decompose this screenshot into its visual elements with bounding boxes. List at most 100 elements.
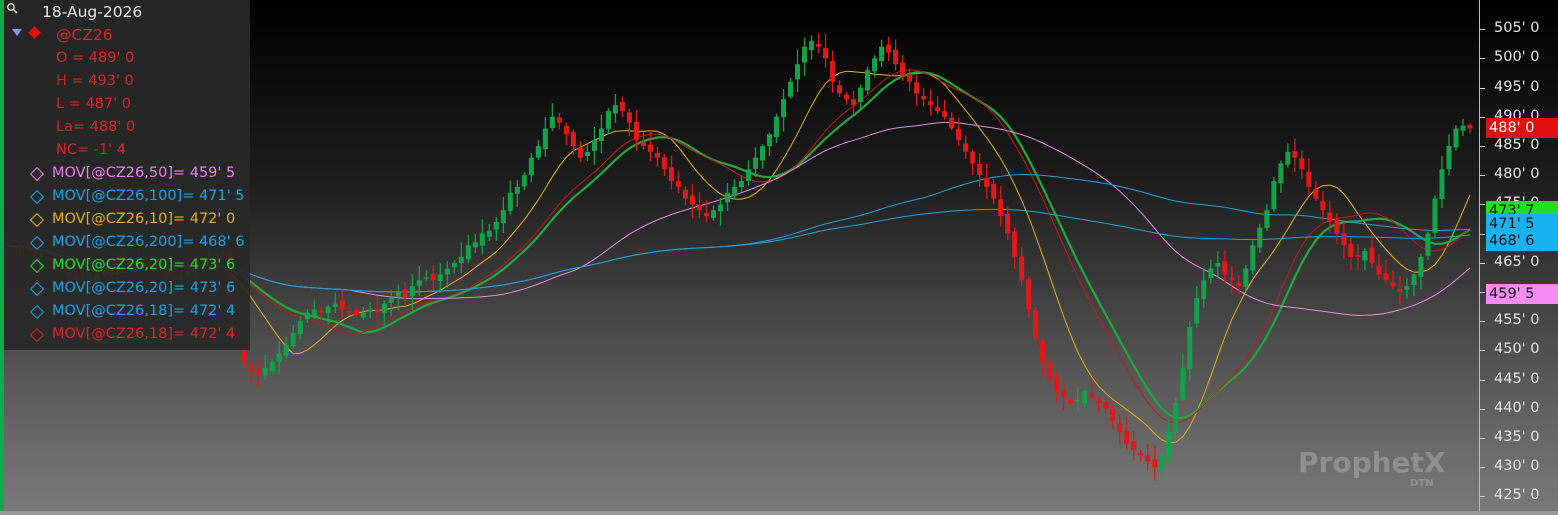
candle-body: [612, 105, 618, 114]
axis-tick-mark: [1480, 438, 1485, 439]
candle-body: [640, 141, 646, 146]
candle-body: [276, 353, 282, 362]
candle-body: [1117, 423, 1123, 433]
study-diamond-icon[interactable]: [29, 235, 45, 251]
study-diamond-icon[interactable]: [29, 189, 45, 205]
candle-body: [724, 192, 731, 203]
candle-body: [1012, 231, 1018, 257]
candle-body: [977, 164, 983, 176]
axis-tick-mark: [1480, 87, 1485, 89]
candle-body: [1348, 243, 1354, 257]
axis-tick-mark: [1480, 496, 1485, 498]
candle-body: [654, 153, 660, 158]
candle-body: [1215, 262, 1221, 267]
candle-body: [514, 186, 520, 194]
candle-body: [788, 81, 794, 97]
candle-body: [1467, 124, 1473, 129]
study-diamond-icon[interactable]: [29, 166, 45, 182]
legend-date: 18-Aug-2026: [42, 3, 143, 21]
axis-tick-mark: [1480, 146, 1485, 147]
candle-body: [1243, 268, 1249, 288]
axis-tick-mark: [1480, 116, 1485, 118]
legend-study-1[interactable]: MOV[@CZ26,100]= 471' 5: [52, 185, 244, 208]
collapse-triangle-icon[interactable]: [12, 29, 22, 36]
candle-body: [1264, 210, 1270, 228]
candle-body: [766, 134, 773, 147]
candle-body: [1355, 255, 1361, 257]
candle-body: [507, 192, 513, 211]
study-diamond-icon[interactable]: [29, 281, 45, 297]
axis-tick-label: 435' 0: [1494, 429, 1540, 445]
candle-body: [1292, 151, 1298, 158]
candle-body: [1103, 402, 1109, 409]
candle-body: [346, 311, 352, 313]
candle-body: [1299, 158, 1305, 170]
candle-body: [360, 312, 366, 318]
candle-body: [1096, 400, 1102, 403]
candle-body: [556, 117, 562, 123]
axis-tick-label: 425' 0: [1494, 487, 1540, 504]
candle-body: [1047, 361, 1053, 380]
candle-body: [458, 256, 464, 264]
candle-body: [570, 131, 576, 146]
legend-study-5[interactable]: MOV[@CZ26,20]= 473' 6: [52, 277, 235, 300]
candle-body: [367, 309, 373, 312]
legend-symbol[interactable]: @CZ26: [56, 24, 113, 47]
candle-body: [409, 286, 415, 297]
axis-tick-label: 495' 0: [1494, 78, 1540, 95]
magnifier-icon[interactable]: [6, 2, 18, 14]
axis-tick-label: 445' 0: [1494, 370, 1540, 387]
candle-body: [661, 157, 667, 170]
dtn-logo: DTN: [1410, 478, 1434, 489]
legend-study-4[interactable]: MOV[@CZ26,20]= 473' 6: [52, 254, 235, 277]
candle-body: [577, 147, 583, 158]
prophetx-logo: ProphetX: [1298, 446, 1446, 479]
candle-body: [1229, 277, 1235, 281]
candle-body: [738, 181, 745, 188]
axis-tick-mark: [1480, 467, 1485, 469]
study-diamond-icon[interactable]: [29, 304, 45, 320]
axis-tick-mark: [1480, 321, 1485, 323]
candle-body: [493, 221, 499, 230]
candle-body: [1061, 390, 1067, 398]
candle-body: [1019, 256, 1025, 281]
axis-tick-label: 485' 0: [1494, 137, 1540, 153]
candle-body: [1320, 201, 1326, 211]
candle-body: [1425, 233, 1431, 256]
legend-study-2[interactable]: MOV[@CZ26,10]= 472' 0: [52, 208, 235, 231]
legend-study-7[interactable]: MOV[@CZ26,18]= 472' 4: [52, 323, 235, 346]
candle-body: [802, 46, 808, 63]
candle-body: [816, 43, 822, 47]
study-diamond-icon[interactable]: [29, 327, 45, 343]
candle-body: [563, 125, 569, 135]
bottom-scrollbar[interactable]: [0, 511, 1558, 515]
candle-body: [1187, 327, 1193, 370]
symbol-diamond-icon: [28, 26, 41, 39]
candle-body: [1222, 261, 1228, 275]
axis-tick-mark: [1480, 262, 1485, 264]
candle-body: [332, 303, 338, 307]
candle-body: [745, 169, 752, 181]
candle-body: [956, 128, 962, 141]
candle-body: [1362, 251, 1368, 261]
study-diamond-icon[interactable]: [29, 258, 45, 274]
candle-body: [542, 128, 548, 150]
candle-body: [998, 199, 1004, 217]
study-diamond-icon[interactable]: [29, 212, 45, 228]
candle-body: [598, 128, 604, 141]
candle-body: [605, 110, 611, 130]
legend-study-3[interactable]: MOV[@CZ26,200]= 468' 6: [52, 231, 244, 254]
candle-body: [696, 204, 702, 211]
candle-body: [710, 210, 717, 218]
axis-tick-label: 500' 0: [1494, 49, 1540, 66]
legend-study-6[interactable]: MOV[@CZ26,18]= 472' 4: [52, 300, 235, 323]
candle-body: [1306, 171, 1312, 187]
candle-body: [619, 101, 625, 111]
axis-tick-label: 465' 0: [1494, 253, 1540, 270]
candle-body: [1131, 441, 1137, 450]
candle-body: [626, 112, 632, 123]
candle-body: [402, 289, 408, 298]
candle-body: [1411, 274, 1417, 285]
candle-body: [437, 274, 443, 282]
legend-study-0[interactable]: MOV[@CZ26,50]= 459' 5: [52, 162, 235, 185]
